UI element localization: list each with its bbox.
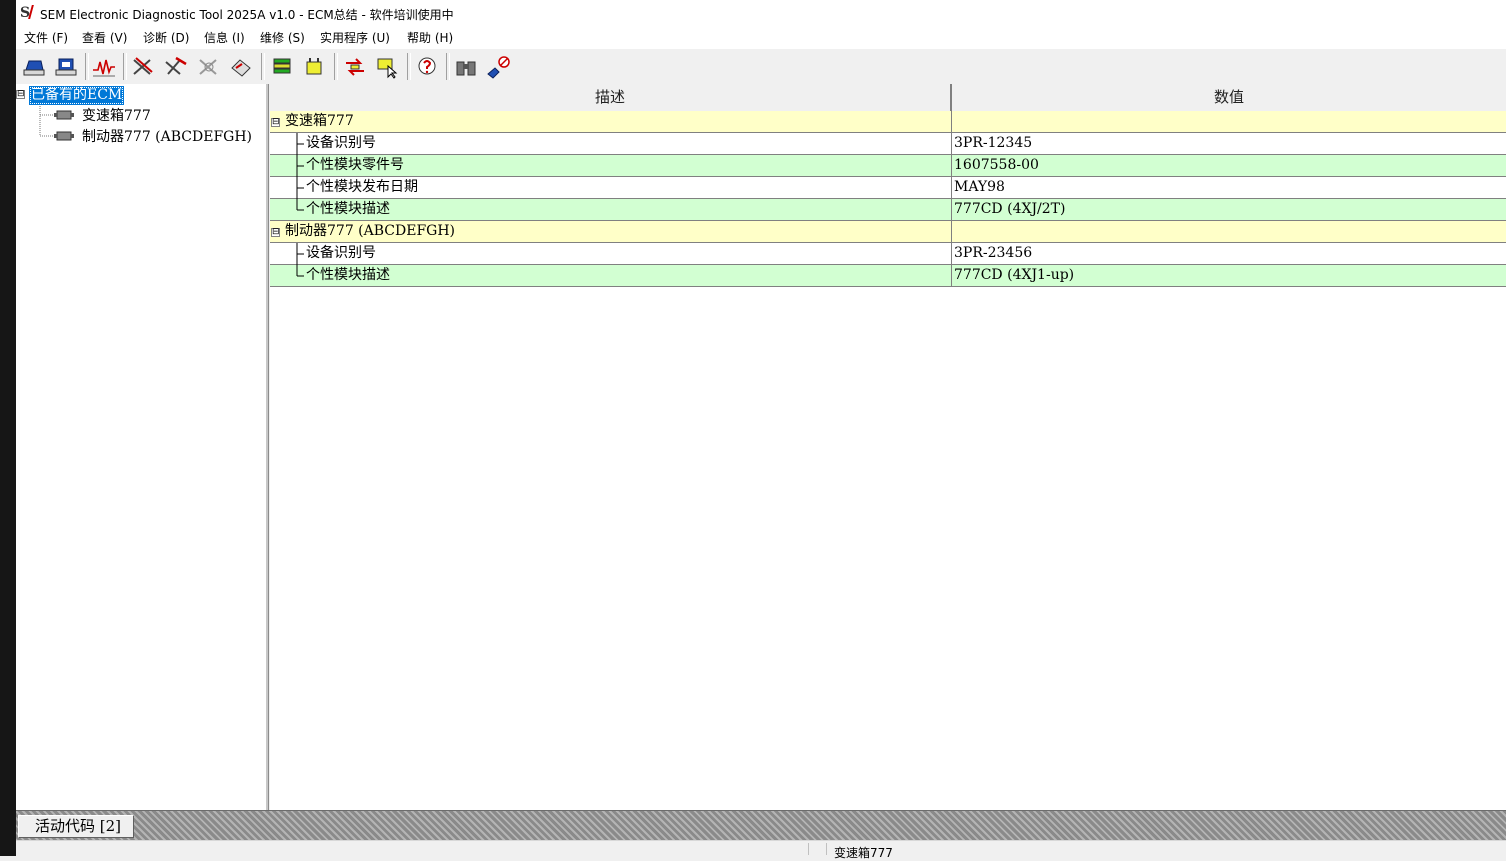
menu-service[interactable]: 维修 (S) (258, 29, 307, 46)
grid-data-row[interactable]: 个性模块描述 777CD (4XJ1-up) (270, 265, 1506, 287)
desktop-edge (0, 0, 16, 856)
row-label: 个性模块零件号 (306, 157, 404, 173)
tree-branch-line (296, 155, 304, 177)
group-collapse-toggle[interactable]: ⊟ (271, 118, 280, 127)
row-label: 个性模块描述 (306, 267, 390, 283)
column-header-value[interactable]: 数值 (952, 84, 1506, 111)
group-collapse-toggle[interactable]: ⊟ (271, 228, 280, 237)
tree-item-transmission[interactable]: 变速箱777 (82, 105, 151, 125)
tree-collapse-toggle[interactable]: ⊟ (16, 90, 25, 99)
row-label: 个性模块描述 (306, 201, 390, 217)
grid-cell-value (952, 221, 1506, 242)
tree-branch-line (296, 177, 304, 199)
grid-data-row[interactable]: 设备识别号 3PR-12345 (270, 133, 1506, 155)
status-waveform-icon[interactable] (91, 54, 117, 80)
grid-cell-value: MAY98 (954, 179, 1005, 195)
menu-bar: 文件 (F) 查看 (V) 诊断 (D) 信息 (I) 维修 (S) 实用程序 … (16, 26, 1506, 48)
status-current-ecm: 变速箱777 (834, 846, 893, 860)
grid-group-row[interactable]: ⊟ 变速箱777 (270, 111, 1506, 133)
grid-group-row[interactable]: ⊟ 制动器777 (ABCDEFGH) (270, 221, 1506, 243)
configuration-icon[interactable] (228, 54, 254, 80)
calibration-icon[interactable] (269, 54, 295, 80)
grid-cell-description: ⊟ 制动器777 (ABCDEFGH) (270, 221, 952, 242)
tree-item-brake[interactable]: 制动器777 (ABCDEFGH) (82, 126, 252, 146)
toolbar-separator (334, 53, 338, 80)
grid-cell-description: 个性模块发布日期 (270, 177, 952, 199)
app-window: S SEM Electronic Diagnostic Tool 2025A v… (16, 0, 1506, 860)
app-logo-icon: S (20, 5, 36, 21)
row-label: 设备识别号 (306, 245, 376, 261)
clear-events-icon[interactable] (196, 54, 222, 80)
grid-data-row[interactable]: 设备识别号 3PR-23456 (270, 243, 1506, 265)
grid-cell-description: ⊟ 变速箱777 (270, 111, 952, 132)
binoculars-icon[interactable] (453, 54, 479, 80)
active-codes-bar: 活动代码 [2] (16, 810, 1506, 841)
group-label: 制动器777 (ABCDEFGH) (285, 223, 456, 239)
disconnect-icon[interactable] (485, 54, 511, 80)
column-header-description[interactable]: 描述 (270, 84, 952, 111)
ecm-connect-icon[interactable] (53, 54, 79, 80)
toolbar (16, 48, 1506, 85)
grid-cell-value: 3PR-23456 (954, 245, 1033, 261)
logged-diagnostics-icon[interactable] (162, 54, 188, 80)
menu-file[interactable]: 文件 (F) (22, 29, 70, 46)
grid-cell-description: 个性模块描述 (270, 265, 952, 286)
data-select-icon[interactable] (374, 54, 400, 80)
grid-cell-value: 777CD (4XJ/2T) (954, 201, 1066, 217)
grid-cell-description: 设备识别号 (270, 243, 952, 265)
tree-branch-line (296, 199, 304, 211)
toolbar-separator (261, 53, 265, 80)
active-diagnostics-icon[interactable] (130, 54, 156, 80)
menu-information[interactable]: 信息 (I) (202, 29, 247, 46)
title-bar: S SEM Electronic Diagnostic Tool 2025A v… (16, 0, 1506, 27)
tree-branch-line (296, 133, 304, 155)
ecm-module-icon (54, 110, 74, 120)
tree-root-ecm[interactable]: 已备有的ECM (29, 86, 125, 105)
grid-cell-value: 3PR-12345 (954, 135, 1033, 151)
ecm-tree: ⊟ 已备有的ECM 变速箱777 制动器777 (ABCDEFGH) (16, 84, 268, 810)
tree-branch-line (296, 243, 304, 265)
status-divider (826, 843, 827, 855)
grid-data-row[interactable]: 个性模块描述 777CD (4XJ/2T) (270, 199, 1506, 221)
toolbar-separator (123, 53, 127, 80)
toolbar-separator (407, 53, 411, 80)
grid-cell-value: 1607558-00 (954, 157, 1039, 173)
toolbar-separator (85, 53, 89, 80)
ecm-module-icon (54, 131, 74, 141)
grid-cell-description: 个性模块描述 (270, 199, 952, 220)
menu-diagnostics[interactable]: 诊断 (D) (141, 29, 191, 46)
grid-data-row[interactable]: 个性模块发布日期 MAY98 (270, 177, 1506, 199)
ecm-summary-icon[interactable] (21, 54, 47, 80)
grid-header: 描述 数值 (270, 84, 1506, 112)
window-title: SEM Electronic Diagnostic Tool 2025A v1.… (40, 8, 454, 22)
row-label: 个性模块发布日期 (306, 179, 418, 195)
status-divider (808, 843, 809, 855)
tree-branch-line (296, 265, 304, 277)
help-icon[interactable] (414, 54, 440, 80)
grid-data-row[interactable]: 个性模块零件号 1607558-00 (270, 155, 1506, 177)
row-label: 设备识别号 (306, 135, 376, 151)
toolbar-separator (446, 53, 450, 80)
status-bar: 变速箱777 (16, 840, 1506, 860)
grid-cell-description: 个性模块零件号 (270, 155, 952, 177)
service-test-icon[interactable] (301, 54, 327, 80)
menu-view[interactable]: 查看 (V) (80, 29, 129, 46)
grid-cell-value: 777CD (4XJ1-up) (954, 267, 1075, 283)
group-label: 变速箱777 (285, 113, 354, 129)
ecm-summary-grid: 描述 数值 ⊟ 变速箱777 设备识别号 3PR-12345 个性模块零件号 1… (270, 84, 1506, 810)
menu-utilities[interactable]: 实用程序 (U) (318, 29, 392, 46)
grid-cell-value (952, 111, 1506, 132)
data-transfer-icon[interactable] (342, 54, 368, 80)
menu-help[interactable]: 帮助 (H) (405, 29, 455, 46)
active-codes-button[interactable]: 活动代码 [2] (18, 815, 135, 838)
grid-cell-description: 设备识别号 (270, 133, 952, 155)
